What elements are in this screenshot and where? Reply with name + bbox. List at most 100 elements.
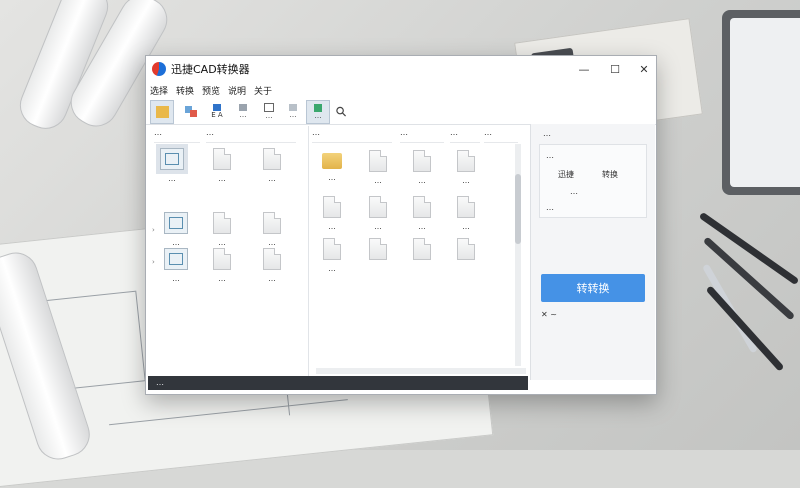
left-col-header-2[interactable]: … [206,128,296,143]
file-name: … [268,274,276,283]
file-item[interactable] [400,238,444,260]
file-item[interactable]: … [150,148,194,183]
minimize-button[interactable]: — [570,59,598,79]
mid-col-header-1[interactable]: … [312,128,392,143]
file-name: … [374,176,382,185]
menu-help[interactable]: 说明 [228,84,246,97]
file-icon [263,248,281,270]
file-name: … [172,238,180,247]
help-label: … [265,111,273,120]
file-icon [369,238,387,260]
file-icon [263,212,281,234]
options-title: … [543,129,551,138]
maximize-button[interactable]: ☐ [601,59,629,79]
app-title: 迅捷CAD转换器 [171,63,250,76]
file-icon [413,150,431,172]
open-folder-button[interactable] [150,100,174,124]
file-icon [323,196,341,218]
file-item[interactable]: … [200,248,244,283]
folder-item[interactable]: … [310,150,354,182]
file-name: … [218,274,226,283]
file-icon [263,148,281,170]
file-item[interactable]: … [250,248,294,283]
mid-col-header-4[interactable]: … [484,128,518,143]
option-source-label: 迅捷 [558,170,574,179]
file-item[interactable] [356,238,400,260]
help-icon [264,102,274,112]
app-window: 迅捷CAD转换器 — ☐ ✕ 选择 转换 预览 说明 关于 E A … … … … [145,55,657,395]
options-box: … 迅捷 转换 … … [539,144,647,218]
file-item[interactable]: … [250,148,294,183]
file-item[interactable]: … [400,196,444,231]
layer-button[interactable]: … [282,100,304,122]
file-name: … [462,222,470,231]
options-footer: ✕ ~ [541,310,557,319]
file-name: … [268,238,276,247]
file-name: … [418,176,426,185]
file-item[interactable]: … [200,148,244,183]
file-item[interactable]: … [250,212,294,247]
layer-label: … [289,110,297,119]
menu-about[interactable]: 关于 [254,84,272,97]
convert-tool-button[interactable] [180,100,202,122]
file-name: … [218,174,226,183]
file-name: … [268,174,276,183]
close-button[interactable]: ✕ [630,59,658,79]
left-col-header-1[interactable]: … [154,128,200,143]
file-item[interactable]: … [356,150,400,185]
laptop [722,10,800,195]
convert-button[interactable]: 转转换 [541,274,645,302]
file-icon [323,238,341,260]
menu-convert[interactable]: 转换 [176,84,194,97]
option-output-format[interactable]: … [546,151,554,160]
settings-button[interactable]: … [232,100,254,122]
cursor-tool-button[interactable]: … [306,100,330,124]
file-icon [457,150,475,172]
export-button[interactable]: E A [206,100,228,122]
drawing-thumb-icon [164,248,188,270]
menu-preview[interactable]: 预览 [202,84,220,97]
file-item[interactable]: … [154,212,198,247]
file-item[interactable]: … [200,212,244,247]
file-item[interactable]: … [444,196,488,231]
file-item[interactable]: … [400,150,444,185]
file-item[interactable]: … [310,238,354,273]
option-target-label: 转换 [602,170,618,179]
folder-icon [322,153,342,169]
status-bar: … [148,376,528,390]
option-advanced[interactable]: … [546,203,554,212]
cursor-label: … [314,112,322,120]
file-name: … [172,274,180,283]
title-bar: 迅捷CAD转换器 — ☐ ✕ [146,56,656,82]
layer-icon [289,103,297,111]
file-name: … [328,264,336,273]
file-icon [413,238,431,260]
drawing-thumb-icon [160,148,184,170]
settings-icon [239,103,247,111]
option-mode[interactable]: … [570,187,578,196]
file-name: … [328,222,336,231]
vertical-scrollbar[interactable] [515,144,521,366]
file-item[interactable]: … [356,196,400,231]
file-icon [369,196,387,218]
middle-file-panel: … … … … … … … … … … … … … [310,126,525,376]
file-item[interactable]: … [444,150,488,185]
mid-col-header-2[interactable]: … [400,128,444,143]
folder-open-icon [155,106,169,118]
file-item[interactable]: … [154,248,198,283]
file-icon [413,196,431,218]
scrollbar-thumb[interactable] [515,174,521,244]
horizontal-scrollbar[interactable] [316,368,526,374]
toolbar: E A … … … … [146,98,656,125]
search-icon [336,106,347,117]
file-item[interactable]: … [310,196,354,231]
cursor-icon [314,104,322,112]
file-icon [213,212,231,234]
mid-col-header-3[interactable]: … [450,128,480,143]
convert-options-panel: … … 迅捷 转换 … … 转转换 ✕ ~ [530,124,655,380]
app-logo-icon [152,62,166,76]
help-button[interactable]: … [258,100,280,122]
menu-select[interactable]: 选择 [150,84,168,97]
file-item[interactable] [444,238,488,260]
search-button[interactable] [330,100,352,122]
